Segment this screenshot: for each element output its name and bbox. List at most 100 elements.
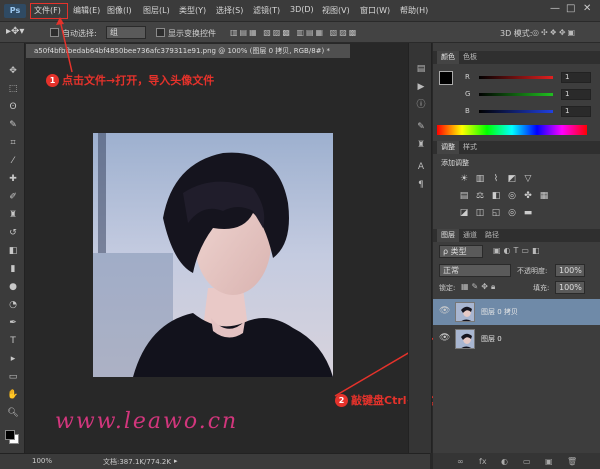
move-tool-icon[interactable]: ▸✥▾ — [6, 26, 24, 37]
show-transform-checkbox[interactable] — [156, 28, 165, 37]
pen-tool-icon[interactable]: ✒ — [6, 317, 20, 329]
path-select-icon[interactable]: ▸ — [6, 353, 20, 365]
status-menu-arrow-icon[interactable]: ▸ — [174, 457, 178, 465]
r-value[interactable]: 1 — [561, 72, 591, 83]
gradient-tool-icon[interactable]: ▮ — [6, 263, 20, 275]
threshold-icon[interactable]: ◱ — [491, 208, 501, 218]
link-layers-icon[interactable]: ∞ — [457, 457, 464, 466]
b-value[interactable]: 1 — [561, 106, 591, 117]
menu-3d[interactable]: 3D(D) — [290, 5, 314, 14]
brightness-icon[interactable]: ☀ — [459, 174, 469, 184]
tab-layers[interactable]: 图层 — [437, 229, 459, 242]
info-icon[interactable]: ⓘ — [415, 99, 427, 111]
actions-icon[interactable]: ▶ — [415, 81, 427, 93]
healing-brush-icon[interactable]: ✚ — [6, 173, 20, 185]
tab-swatches[interactable]: 色板 — [459, 51, 481, 64]
color-swatches[interactable] — [5, 430, 19, 444]
eyedropper-icon[interactable]: ⁄ — [6, 155, 20, 167]
blend-mode-dropdown[interactable]: 正常 — [439, 264, 511, 277]
quick-select-icon[interactable]: ✎ — [6, 119, 20, 131]
clone-source-icon[interactable]: ♜ — [415, 139, 427, 151]
bw-icon[interactable]: ◧ — [491, 191, 501, 201]
channel-mixer-icon[interactable]: ✤ — [523, 191, 533, 201]
color-lookup-icon[interactable]: ▦ — [539, 191, 549, 201]
lasso-tool-icon[interactable]: ʘ — [6, 101, 20, 113]
stamp-tool-icon[interactable]: ♜ — [6, 209, 20, 221]
menu-layer[interactable]: 图层(L) — [143, 5, 170, 16]
layer-row-copy[interactable]: 👁︎ 图层 0 拷贝 — [433, 299, 600, 325]
marquee-tool-icon[interactable]: ⬚ — [6, 83, 20, 95]
visibility-eye-icon[interactable]: 👁︎ — [439, 306, 450, 316]
dodge-tool-icon[interactable]: ◔ — [6, 299, 20, 311]
filter-icons[interactable]: ▣◐T▭◧ — [493, 246, 543, 255]
fx-icon[interactable]: fx — [479, 457, 487, 466]
auto-select-checkbox[interactable] — [50, 28, 59, 37]
color-spectrum[interactable] — [437, 125, 587, 135]
eraser-tool-icon[interactable]: ◧ — [6, 245, 20, 257]
layer-name[interactable]: 图层 0 拷贝 — [481, 307, 518, 317]
menu-select[interactable]: 选择(S) — [216, 5, 243, 16]
hue-sat-icon[interactable]: ▤ — [459, 191, 469, 201]
delete-layer-icon[interactable]: 🗑 — [567, 457, 577, 466]
maximize-button[interactable]: □ — [566, 3, 575, 14]
lock-icons[interactable]: ▦✎✥🔒︎ — [461, 282, 498, 292]
selective-color-icon[interactable]: ◎ — [507, 208, 517, 218]
layer-name[interactable]: 图层 0 — [481, 334, 502, 344]
hand-tool-icon[interactable]: ✋ — [6, 389, 20, 401]
tab-paths[interactable]: 路径 — [481, 229, 503, 242]
color-balance-icon[interactable]: ⚖ — [475, 191, 485, 201]
posterize-icon[interactable]: ◫ — [475, 208, 485, 218]
layer-filter-dropdown[interactable]: ρ 类型 — [439, 245, 483, 258]
new-layer-icon[interactable]: ▣ — [545, 457, 553, 466]
visibility-eye-icon[interactable]: 👁︎ — [439, 333, 450, 343]
photo-filter-icon[interactable]: ◎ — [507, 191, 517, 201]
menu-view[interactable]: 视图(V) — [322, 5, 350, 16]
menu-help[interactable]: 帮助(H) — [400, 5, 428, 16]
curves-icon[interactable]: ⌇ — [491, 174, 501, 184]
3d-mode-icons[interactable]: ◎✣❖✥▣ — [532, 28, 577, 37]
auto-select-dropdown[interactable]: 组 — [106, 26, 146, 39]
tab-styles[interactable]: 样式 — [459, 141, 481, 154]
shape-tool-icon[interactable]: ▭ — [6, 371, 20, 383]
menu-type[interactable]: 类型(Y) — [179, 5, 206, 16]
align-icons[interactable]: ▥▤▦ ▧▨▩ ▥▤▦ ▧▨▩ — [230, 28, 358, 37]
menu-edit[interactable]: 编辑(E) — [73, 5, 100, 16]
document-tab[interactable]: a50f4bfbfbedab64bf4850bee736afc379311e91… — [26, 44, 350, 58]
minimize-button[interactable]: — — [550, 3, 560, 14]
options-bar: ▸✥▾ 自动选择: 组 显示变换控件 ▥▤▦ ▧▨▩ ▥▤▦ ▧▨▩ 3D 模式… — [0, 22, 600, 43]
zoom-level[interactable]: 100% — [32, 457, 52, 465]
history-brush-icon[interactable]: ↺ — [6, 227, 20, 239]
gradient-map-icon[interactable]: ▬ — [523, 208, 533, 218]
menu-image[interactable]: 图像(I) — [107, 5, 132, 16]
vibrance-icon[interactable]: ▽ — [523, 174, 533, 184]
paragraph-icon[interactable]: ¶ — [415, 179, 427, 191]
zoom-tool-icon[interactable]: 🔍︎ — [6, 407, 20, 419]
tab-adjustments[interactable]: 调整 — [437, 141, 459, 154]
exposure-icon[interactable]: ◩ — [507, 174, 517, 184]
tab-channels[interactable]: 通道 — [459, 229, 481, 242]
menu-window[interactable]: 窗口(W) — [360, 5, 390, 16]
blur-tool-icon[interactable]: ● — [6, 281, 20, 293]
r-slider[interactable] — [479, 76, 553, 79]
tab-color[interactable]: 颜色 — [437, 51, 459, 64]
character-icon[interactable]: A — [415, 161, 427, 173]
g-slider[interactable] — [479, 93, 553, 96]
group-icon[interactable]: ▭ — [523, 457, 531, 466]
crop-tool-icon[interactable]: ⌗ — [6, 137, 20, 149]
invert-icon[interactable]: ◪ — [459, 208, 469, 218]
layer-row-original[interactable]: 👁︎ 图层 0 — [433, 326, 600, 352]
close-button[interactable]: ✕ — [583, 3, 591, 14]
move-tool-icon[interactable]: ✥ — [6, 65, 20, 77]
adjustment-layer-icon[interactable]: ◐ — [501, 457, 508, 466]
menu-filter[interactable]: 滤镜(T) — [253, 5, 280, 16]
levels-icon[interactable]: ▥ — [475, 174, 485, 184]
type-tool-icon[interactable]: T — [6, 335, 20, 347]
brush-tool-icon[interactable]: ✐ — [6, 191, 20, 203]
b-slider[interactable] — [479, 110, 553, 113]
g-value[interactable]: 1 — [561, 89, 591, 100]
history-icon[interactable]: ▤ — [415, 63, 427, 75]
opacity-input[interactable]: 100% — [555, 264, 585, 277]
brush-preset-icon[interactable]: ✎ — [415, 121, 427, 133]
fill-input[interactable]: 100% — [555, 281, 585, 294]
b-label: B — [465, 107, 470, 115]
